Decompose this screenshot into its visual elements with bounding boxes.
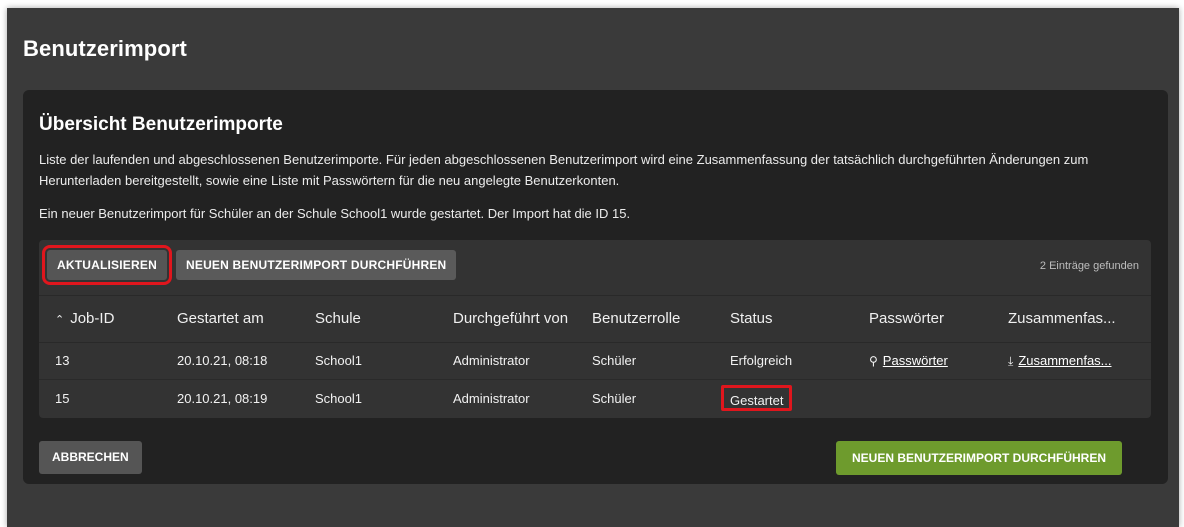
passwords-link[interactable]: Passwörter (883, 353, 948, 368)
column-header-started[interactable]: Gestartet am (177, 310, 264, 327)
cell-role: Schüler (592, 353, 637, 368)
card-title: Übersicht Benutzerimporte (39, 114, 283, 135)
import-grid: AKTUALISIEREN NEUEN BENUTZERIMPORT DURCH… (39, 240, 1151, 418)
chevron-up-icon: ⌃ (55, 314, 65, 326)
column-header-job-id-label: Job-ID (70, 310, 115, 327)
cancel-button[interactable]: ABBRECHEN (39, 441, 142, 474)
app-window: Benutzerimport Übersicht Benutzerimporte… (7, 8, 1179, 527)
cell-status: Erfolgreich (730, 353, 793, 368)
download-icon: ⤓ (1008, 354, 1014, 368)
refresh-button[interactable]: AKTUALISIEREN (42, 245, 172, 285)
cell-started: 20.10.21, 08:18 (177, 353, 268, 368)
passwords-cell: ⚲ Passwörter (869, 353, 948, 368)
cell-school: School1 (315, 353, 362, 368)
cell-school: School1 (315, 391, 362, 406)
cell-performed-by: Administrator (453, 353, 530, 368)
column-header-role[interactable]: Benutzerrolle (592, 310, 680, 327)
column-header-passwords[interactable]: Passwörter (869, 310, 944, 327)
table-row: 15 20.10.21, 08:19 School1 Administrator… (39, 380, 1151, 417)
new-import-button[interactable]: NEUEN BENUTZERIMPORT DURCHFÜHREN (836, 441, 1122, 475)
result-count: 2 Einträge gefunden (1039, 260, 1139, 272)
card-description: Liste der laufenden und abgeschlossenen … (39, 152, 1089, 188)
cell-performed-by: Administrator (453, 391, 530, 406)
column-header-status[interactable]: Status (730, 310, 773, 327)
column-header-school[interactable]: Schule (315, 310, 361, 327)
cell-job-id: 13 (55, 353, 70, 368)
page-title: Benutzerimport (23, 36, 187, 61)
column-header-performed-by[interactable]: Durchgeführt von (453, 310, 568, 327)
cell-role: Schüler (592, 391, 637, 406)
cell-job-id: 15 (55, 391, 70, 406)
new-import-toolbar-button[interactable]: NEUEN BENUTZERIMPORT DURCHFÜHREN (176, 250, 457, 280)
column-header-job-id[interactable]: ⌃ Job-ID (55, 310, 114, 327)
table-row: 13 20.10.21, 08:18 School1 Administrator… (39, 342, 1151, 380)
key-icon: ⚲ (869, 354, 878, 368)
import-started-notice: Ein neuer Benutzerimport für Schüler an … (39, 206, 631, 221)
import-overview-card: Übersicht Benutzerimporte Liste der lauf… (23, 90, 1168, 484)
cell-status-highlighted: Gestartet (721, 385, 793, 411)
column-header-summary[interactable]: Zusammenfas... (1008, 310, 1116, 327)
cell-started: 20.10.21, 08:19 (177, 391, 268, 406)
summary-link[interactable]: Zusammenfas... (1018, 353, 1111, 368)
summary-cell: ⤓ Zusammenfas... (1008, 353, 1112, 369)
table-header: ⌃ Job-ID Gestartet am Schule Durchgeführt… (39, 295, 1151, 343)
